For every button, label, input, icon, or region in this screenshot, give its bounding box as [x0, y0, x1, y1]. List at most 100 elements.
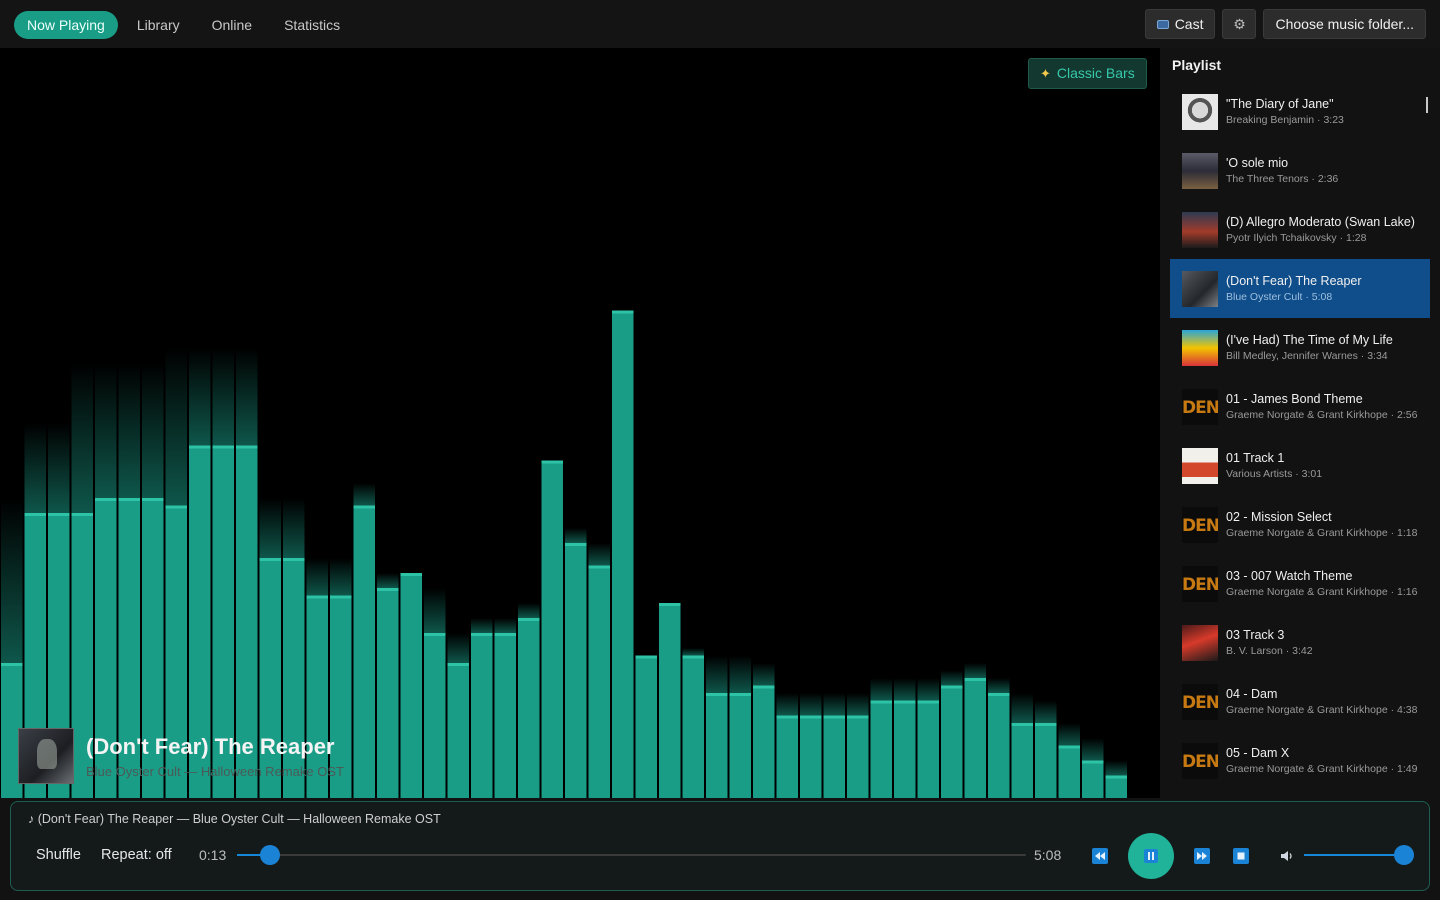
playlist-item[interactable]: 03 Track 3 B. V. Larson · 3:42 [1170, 613, 1430, 672]
visualizer-peak-trail [753, 663, 775, 686]
playlist-item[interactable]: (I've Had) The Time of My Life Bill Medle… [1170, 318, 1430, 377]
playlist-item[interactable]: (D) Allegro Moderato (Swan Lake) Pyotr Il… [1170, 200, 1430, 259]
visualizer-bar-cap [424, 633, 446, 636]
track-thumbnail: DEN [1182, 565, 1218, 602]
cast-label: Cast [1174, 16, 1204, 32]
tab-statistics[interactable]: Statistics [271, 11, 353, 39]
visualizer-bar-cap [330, 595, 352, 599]
visualizer-bar [729, 693, 751, 798]
visualizer-peak-trail [1058, 723, 1080, 746]
playlist-item[interactable]: 'O sole mio The Three Tenors · 2:36 [1170, 141, 1430, 200]
visualizer-bar [988, 693, 1010, 798]
visualizer-peak-trail [142, 363, 164, 498]
visualizer-bar-cap [565, 543, 587, 546]
visualizer-bar-cap [48, 513, 70, 516]
visualizer-bar-cap [189, 445, 211, 449]
playlist-item[interactable]: 01 Track 1 Various Artists · 3:01 [1170, 436, 1430, 495]
playlist-item[interactable]: DEN 03 - 007 Watch Theme Graeme Norgate & … [1170, 554, 1430, 613]
visualizer-bar-cap [236, 445, 258, 449]
volume-slider[interactable] [1304, 845, 1414, 865]
visualizer-peak-trail [588, 543, 610, 566]
track-thumbnail [1182, 152, 1218, 189]
visualizer-peak-trail [494, 618, 516, 633]
visualizer-bar-cap [612, 310, 634, 314]
seek-slider[interactable] [237, 845, 1026, 865]
visualizer-bar-cap [870, 700, 892, 704]
thumbnail-logo-text: DEN [1182, 692, 1218, 713]
visualizer-peak-trail [24, 423, 46, 513]
visualizer-peak-trail [471, 618, 493, 633]
visualizer-bar-cap [917, 700, 939, 704]
tab-online[interactable]: Online [199, 11, 265, 39]
track-thumbnail [1182, 329, 1218, 366]
sparkles-icon: ✦ [1040, 66, 1051, 81]
shuffle-button[interactable]: Shuffle [36, 847, 81, 863]
visualizer-bar [1082, 760, 1104, 798]
track-thumbnail [1182, 447, 1218, 484]
visualizer-bar [870, 700, 892, 798]
visualizer-bar-cap [95, 498, 117, 501]
track-meta: Various Artists · 3:01 [1226, 468, 1323, 480]
track-title: 01 Track 1 [1226, 451, 1285, 465]
track-title: 01 - James Bond Theme [1226, 392, 1363, 406]
visualizer-bar-cap [706, 693, 728, 696]
visualizer-peak-trail [565, 528, 587, 543]
visualizer-peak-trail [941, 670, 963, 686]
track-title: (Don't Fear) The Reaper [1226, 274, 1362, 288]
track-meta: Graeme Norgate & Grant Kirkhope · 1:16 [1226, 586, 1418, 598]
track-title: 05 - Dam X [1226, 746, 1290, 760]
track-thumbnail: DEN [1182, 683, 1218, 720]
playlist-list: "The Diary of Jane" Breaking Benjamin · 3… [1170, 82, 1430, 790]
visualizer-bar-cap [165, 505, 187, 509]
tab-now-playing[interactable]: Now Playing [14, 11, 118, 39]
visualizer-bar [1011, 723, 1033, 798]
visualizer-peak-trail [1, 498, 23, 663]
visualizer-bar [706, 693, 728, 798]
track-thumbnail [1182, 93, 1218, 130]
visualizer-peak-trail [259, 498, 281, 558]
visualizer-bar [776, 715, 798, 798]
playlist-item[interactable]: DEN 02 - Mission Select Graeme Norgate & G… [1170, 495, 1430, 554]
visualizer-peak-trail [870, 678, 892, 701]
volume-icon[interactable] [1279, 848, 1295, 864]
choose-folder-button[interactable]: Choose music folder... [1263, 9, 1426, 39]
visualizer-bar-cap [306, 595, 328, 599]
visualizer-bar-cap [24, 513, 46, 516]
visualizer-mode-button[interactable]: ✦ Classic Bars [1028, 58, 1147, 89]
stop-icon[interactable] [1233, 848, 1249, 864]
playlist-item[interactable]: DEN 01 - James Bond Theme Graeme Norgate &… [1170, 377, 1430, 436]
volume-fill [1304, 854, 1404, 856]
visualizer-peak-trail [306, 558, 328, 596]
playlist-item[interactable]: DEN 05 - Dam X Graeme Norgate & Grant Kirk… [1170, 731, 1430, 790]
skip-back-icon[interactable] [1092, 848, 1108, 864]
now-playing-title: (Don't Fear) The Reaper [86, 733, 335, 759]
visualizer-bar-cap [283, 558, 305, 561]
visualizer-bar-cap [518, 618, 540, 621]
skip-forward-icon[interactable] [1194, 848, 1210, 864]
pause-button[interactable] [1128, 833, 1174, 879]
repeat-button[interactable]: Repeat: off [101, 847, 172, 863]
volume-handle[interactable] [1394, 845, 1414, 865]
track-text: (D) Allegro Moderato (Swan Lake) Pyotr Il… [1226, 215, 1415, 244]
track-text: 04 - Dam Graeme Norgate & Grant Kirkhope … [1226, 687, 1417, 716]
seek-handle[interactable] [260, 845, 281, 865]
visualizer-bar-cap [823, 715, 845, 719]
visualizer-bar-cap [471, 633, 493, 636]
cast-button[interactable]: Cast [1144, 9, 1216, 39]
track-thumbnail: DEN [1182, 388, 1218, 425]
visualizer-bar-cap [753, 685, 775, 689]
playlist-item[interactable]: (Don't Fear) The Reaper Blue Oyster Cult … [1170, 259, 1430, 318]
playlist-panel: Playlist "The Diary of Jane" Breaking Ben… [1160, 48, 1440, 800]
cast-icon [1156, 19, 1169, 29]
visualizer-bar-cap [847, 715, 869, 719]
visualizer-peak-trail [424, 588, 446, 633]
playlist-item[interactable]: DEN 04 - Dam Graeme Norgate & Grant Kirkho… [1170, 672, 1430, 731]
tab-library[interactable]: Library [124, 11, 193, 39]
track-meta: Graeme Norgate & Grant Kirkhope · 2:56 [1226, 409, 1418, 421]
track-thumbnail: DEN [1182, 506, 1218, 543]
settings-button[interactable]: ⚙ [1222, 9, 1257, 39]
now-playing-subtitle: Blue Oyster Cult — Halloween Remake OST [86, 763, 344, 779]
playlist-item[interactable]: "The Diary of Jane" Breaking Benjamin · 3… [1170, 82, 1430, 141]
visualizer-peak-trail [48, 423, 70, 513]
track-text: 05 - Dam X Graeme Norgate & Grant Kirkhop… [1226, 746, 1417, 775]
